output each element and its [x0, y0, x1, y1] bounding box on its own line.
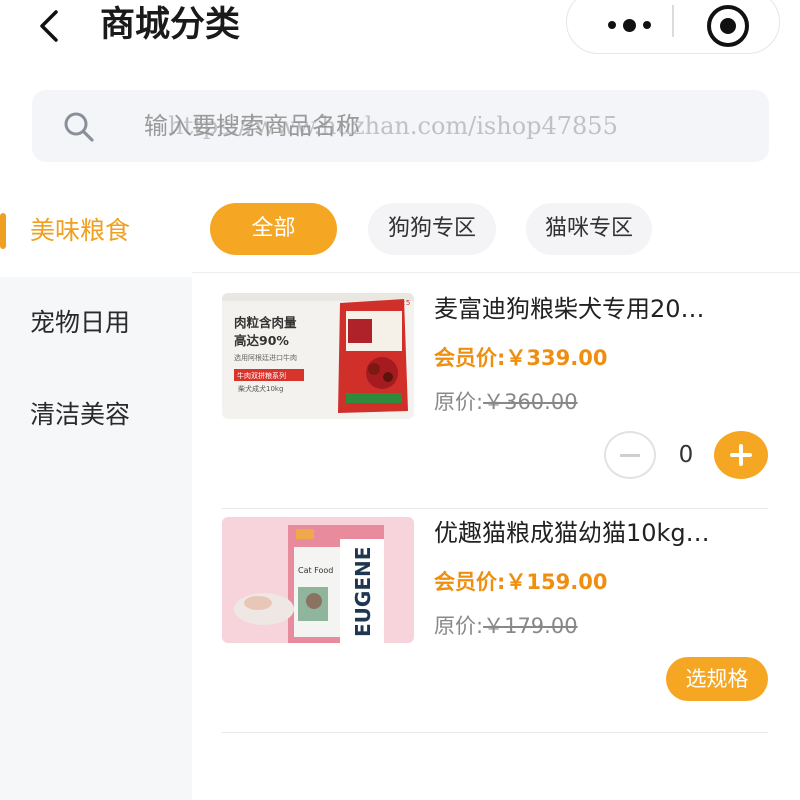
- original-price-label: 原价:: [434, 614, 484, 638]
- tab-cat[interactable]: 猫咪专区: [526, 203, 652, 255]
- sidebar-item-label: 美味粮食: [30, 216, 131, 245]
- product-image[interactable]: EUGENE Cat Food: [222, 517, 414, 643]
- product-card[interactable]: EUGENE Cat Food 优趣猫粮成猫幼猫10kg… 会员价:￥159.0…: [222, 509, 768, 733]
- search-icon: [64, 112, 94, 142]
- product-panel: 全部 狗狗专区 猫咪专区 肉粒含肉量 高达90% 选用阿根廷进口牛肉 牛肉双拼粮…: [192, 185, 800, 800]
- sub-category-tabs: 全部 狗狗专区 猫咪专区: [192, 185, 800, 273]
- product-card[interactable]: 肉粒含肉量 高达90% 选用阿根廷进口牛肉 牛肉双拼粮系列 柴犬成犬10kg ×…: [222, 285, 768, 509]
- quantity-stepper: 0: [604, 431, 768, 479]
- search-bar[interactable]: [32, 90, 769, 162]
- tab-all[interactable]: 全部: [210, 203, 337, 255]
- nav-header: 商城分类: [0, 0, 800, 62]
- active-indicator: [0, 213, 6, 249]
- svg-text:EUGENE: EUGENE: [351, 547, 375, 637]
- plus-icon[interactable]: [714, 431, 768, 479]
- original-price: 原价:￥179.00: [434, 611, 578, 641]
- original-price-value: ￥179.00: [483, 614, 578, 638]
- more-dots-icon[interactable]: [589, 5, 669, 45]
- original-price-value: ￥360.00: [483, 390, 578, 414]
- quantity-value: 0: [678, 442, 694, 468]
- svg-text:肉粒含肉量: 肉粒含肉量: [234, 315, 297, 330]
- sidebar-item-grooming[interactable]: 清洁美容: [0, 369, 192, 461]
- member-price-value: ￥339.00: [505, 346, 608, 370]
- member-price-label: 会员价:: [434, 570, 506, 594]
- member-price: 会员价:￥339.00: [434, 343, 607, 373]
- original-price: 原价:￥360.00: [434, 387, 578, 417]
- sidebar-item-food[interactable]: 美味粮食: [0, 185, 192, 277]
- svg-text:柴犬成犬10kg: 柴犬成犬10kg: [238, 384, 283, 393]
- tab-dog[interactable]: 狗狗专区: [368, 203, 496, 255]
- product-image[interactable]: 肉粒含肉量 高达90% 选用阿根廷进口牛肉 牛肉双拼粮系列 柴犬成犬10kg ×…: [222, 293, 414, 419]
- minus-icon[interactable]: [604, 431, 656, 479]
- sidebar-item-label: 宠物日用: [30, 308, 131, 337]
- product-name[interactable]: 优趣猫粮成猫幼猫10kg…: [434, 515, 764, 551]
- member-price: 会员价:￥159.00: [434, 567, 607, 597]
- svg-text:选用阿根廷进口牛肉: 选用阿根廷进口牛肉: [234, 353, 297, 362]
- sidebar-item-daily[interactable]: 宠物日用: [0, 277, 192, 369]
- svg-text:Cat Food: Cat Food: [298, 566, 333, 575]
- svg-text:牛肉双拼粮系列: 牛肉双拼粮系列: [237, 371, 286, 380]
- mini-program-capsule: [566, 0, 780, 54]
- page-title: 商城分类: [100, 5, 241, 45]
- sidebar-item-label: 清洁美容: [30, 400, 131, 429]
- back-arrow-icon[interactable]: [30, 4, 70, 48]
- select-spec-button[interactable]: 选规格: [666, 657, 768, 701]
- original-price-label: 原价:: [434, 390, 484, 414]
- svg-text:高达90%: 高达90%: [234, 333, 289, 348]
- member-price-label: 会员价:: [434, 346, 506, 370]
- category-sidebar: 美味粮食 宠物日用 清洁美容: [0, 185, 192, 800]
- member-price-value: ￥159.00: [505, 570, 608, 594]
- svg-text:×5: ×5: [400, 299, 410, 307]
- search-input[interactable]: [144, 106, 744, 146]
- capsule-divider: [672, 5, 674, 37]
- product-name[interactable]: 麦富迪狗粮柴犬专用20…: [434, 291, 764, 327]
- target-circle-icon[interactable]: [707, 5, 749, 47]
